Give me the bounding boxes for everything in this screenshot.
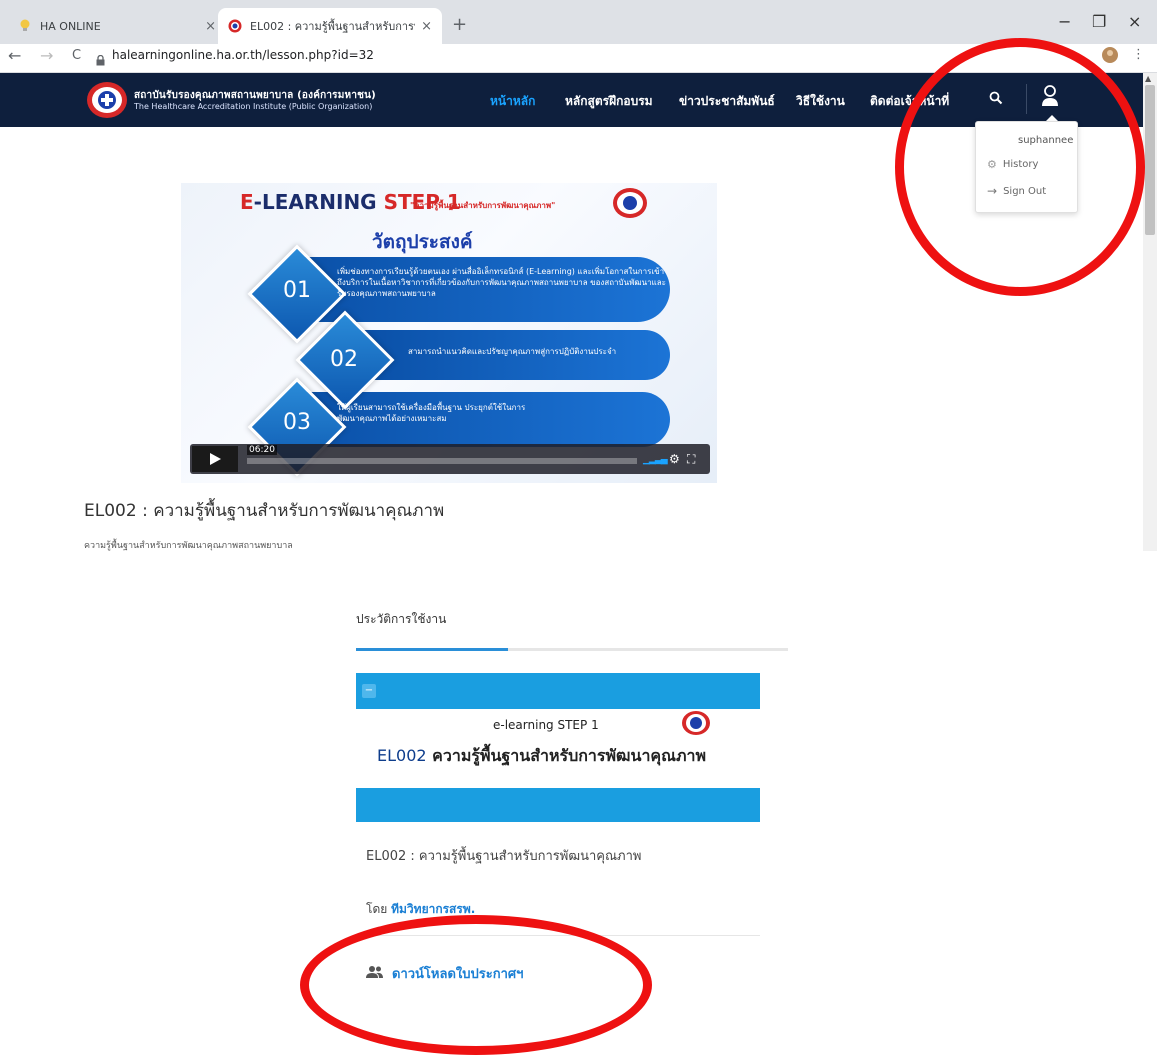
scroll-up-arrow-icon[interactable]: ▲: [1145, 74, 1151, 83]
fullscreen-icon[interactable]: ⛶: [687, 452, 695, 467]
logo-text-thai: สถาบันรับรองคุณภาพสถานพยาบาล (องค์การมหา…: [134, 90, 376, 101]
objective-number: 02: [330, 347, 358, 372]
course-name: EL002 : ความรู้พื้นฐานสำหรับการพัฒนาคุณภ…: [366, 849, 642, 864]
ha-logo-icon: [228, 19, 242, 33]
tab-title: EL002 : ความรู้พื้นฐานสำหรับการพัฒนาคุณ: [250, 20, 415, 33]
browser-tab-el002[interactable]: EL002 : ความรู้พื้นฐานสำหรับการพัฒนาคุณ …: [218, 8, 442, 44]
browser-menu-icon[interactable]: ⋮: [1132, 47, 1145, 62]
objective-text: สามารถนำแนวคิดและปรัชญาคุณภาพสู่การปฏิบั…: [408, 347, 617, 356]
objective-text: เพิ่มช่องทางการเรียนรู้ด้วยตนเอง ผ่านสื่…: [337, 267, 666, 298]
forward-button[interactable]: →: [40, 46, 53, 65]
scrollbar-thumb[interactable]: [1145, 85, 1155, 235]
history-tab-label[interactable]: ประวัติการใช้งาน: [356, 610, 446, 629]
annotation-circle-download: [300, 915, 652, 1055]
course-card-name: ความรู้พื้นฐานสำหรับการพัฒนาคุณภาพ: [432, 746, 707, 765]
tab-underline-active: [356, 648, 508, 651]
lightbulb-icon: [18, 19, 32, 33]
lesson-description: ความรู้พื้นฐานสำหรับการพัฒนาคุณภาพสถานพย…: [84, 541, 293, 551]
lock-icon: [96, 51, 105, 70]
settings-gear-icon[interactable]: ⚙: [669, 452, 680, 466]
play-icon: [210, 453, 221, 465]
window-close-button[interactable]: ×: [1128, 12, 1141, 31]
logo-text-english: The Healthcare Accreditation Institute (…: [134, 102, 373, 111]
tab-close-icon[interactable]: ×: [421, 19, 432, 34]
course-card-step: e-learning STEP 1: [493, 718, 599, 732]
reload-button[interactable]: C: [72, 48, 81, 63]
course-card-code: EL002: [377, 746, 427, 765]
address-bar[interactable]: halearningonline.ha.or.th/lesson.php?id=…: [112, 48, 374, 62]
tab-close-icon[interactable]: ×: [205, 19, 216, 34]
lesson-title: EL002 : ความรู้พื้นฐานสำหรับการพัฒนาคุณภ…: [84, 501, 445, 521]
nav-home[interactable]: หน้าหลัก: [490, 92, 535, 111]
video-timecode: 06:20: [247, 445, 277, 455]
profile-avatar[interactable]: [1102, 47, 1118, 67]
play-button[interactable]: [192, 446, 238, 472]
ha-logo-icon: [681, 710, 711, 740]
browser-tab-ha-online[interactable]: HA ONLINE ×: [8, 8, 226, 44]
video-title-e: E: [240, 190, 254, 214]
minimize-button[interactable]: −: [1058, 12, 1071, 31]
objective-number: 01: [283, 278, 311, 303]
course-card-footer: [356, 788, 760, 822]
nav-courses[interactable]: หลักสูตรฝึกอบรม: [565, 92, 653, 111]
objective-text: ให้ผู้เรียนสามารถใช้เครื่องมือพื้นฐาน ปร…: [337, 403, 526, 423]
ha-logo-icon: [612, 187, 648, 223]
video-title-learning: -LEARNING: [253, 190, 377, 214]
new-tab-button[interactable]: +: [452, 14, 467, 35]
tab-title: HA ONLINE: [40, 19, 101, 33]
author-prefix: โดย: [366, 902, 388, 916]
video-slide-subtitle: "ความรู้พื้นฐานสำหรับการพัฒนาคุณภาพ": [410, 201, 556, 210]
maximize-button[interactable]: ❐: [1092, 12, 1106, 31]
nav-howto[interactable]: วิธีใช้งาน: [796, 92, 845, 111]
annotation-circle-user-menu: [895, 38, 1145, 296]
objective-number: 03: [283, 410, 311, 435]
nav-news[interactable]: ข่าวประชาสัมพันธ์: [679, 92, 775, 111]
collapse-button[interactable]: −: [362, 684, 376, 698]
ha-logo[interactable]: [86, 80, 128, 120]
author-link[interactable]: ทีมวิทยากรสรพ.: [391, 902, 475, 916]
volume-icon[interactable]: ▁▂▃▄: [643, 455, 668, 465]
course-card-title: EL002 ความรู้พื้นฐานสำหรับการพัฒนาคุณภาพ: [377, 744, 706, 769]
course-card-header: [356, 673, 760, 709]
video-progress-bar[interactable]: [247, 458, 637, 464]
back-button[interactable]: ←: [8, 46, 21, 65]
video-slide-heading: วัตถุประสงค์: [372, 231, 473, 253]
